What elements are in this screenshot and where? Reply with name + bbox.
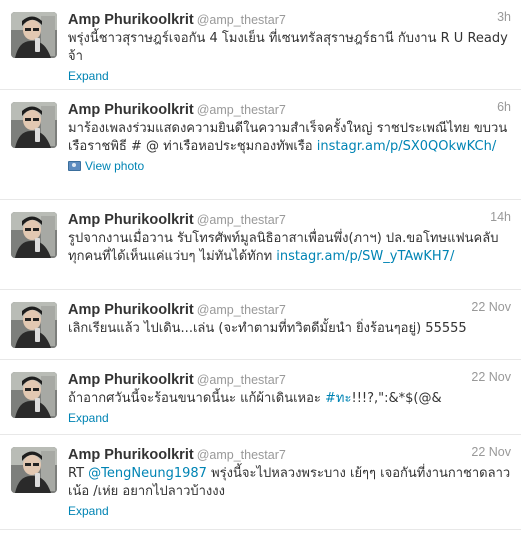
- avatar[interactable]: [11, 212, 57, 258]
- tweet-item[interactable]: Amp Phurikoolkrit @amp_thestar7 3h พรุ่งนี้…: [0, 0, 521, 90]
- avatar-image: [11, 12, 57, 58]
- avatar[interactable]: [11, 447, 57, 493]
- tweet-item[interactable]: Amp Phurikoolkrit @amp_thestar7 14h รูปจากง…: [0, 200, 521, 290]
- fullname-link[interactable]: Amp Phurikoolkrit: [68, 12, 194, 28]
- username-link[interactable]: @amp_thestar7: [197, 103, 286, 117]
- tweet-text: RT @TengNeung1987 พรุ่งนี้จะไปหลวงพระบาง…: [68, 465, 511, 501]
- avatar-image: [11, 447, 57, 493]
- expand-link[interactable]: Expand: [68, 503, 511, 519]
- timestamp-link[interactable]: 14h: [490, 210, 511, 224]
- expand-link[interactable]: Expand: [68, 68, 511, 84]
- username-link[interactable]: @amp_thestar7: [197, 373, 286, 387]
- avatar[interactable]: [11, 102, 57, 148]
- tweet-header: Amp Phurikoolkrit @amp_thestar7 6h: [68, 99, 511, 119]
- tweet-link[interactable]: instagr.am/p/SX0QOkwKCh/: [317, 139, 496, 154]
- avatar-image: [11, 372, 57, 418]
- tweet-item[interactable]: Amp Phurikoolkrit @amp_thestar7 22 Nov เลิก…: [0, 290, 521, 360]
- tweet-timeline: Amp Phurikoolkrit @amp_thestar7 3h พรุ่งนี้…: [0, 0, 521, 540]
- tweet-item[interactable]: Amp Phurikoolkrit @amp_thestar7 6h มาร้องเพ…: [0, 90, 521, 200]
- timestamp-link[interactable]: 22 Nov: [471, 300, 511, 314]
- timestamp-link[interactable]: 22 Nov: [471, 445, 511, 459]
- fullname-link[interactable]: Amp Phurikoolkrit: [68, 302, 194, 318]
- view-photo-link[interactable]: View photo: [68, 158, 511, 174]
- fullname-link[interactable]: Amp Phurikoolkrit: [68, 102, 194, 118]
- username-link[interactable]: @amp_thestar7: [197, 13, 286, 27]
- view-photo-label[interactable]: View photo: [85, 159, 144, 173]
- tweet-text-segment: ถ้าอากศวันนี้จะร้อนขนาดนี้นะ แก้ผ้าเดินเ…: [68, 391, 326, 406]
- tweet-header: Amp Phurikoolkrit @amp_thestar7 22 Nov: [68, 369, 511, 389]
- timestamp-link[interactable]: 6h: [497, 100, 511, 114]
- tweet-text: เลิกเรียนแล้ว ไปเดิน...เล่น (จะทำตามที่ท…: [68, 320, 511, 338]
- fullname-link[interactable]: Amp Phurikoolkrit: [68, 372, 194, 388]
- tweet-text-segment: พรุ่งนี้ชาวสุราษฎร์เจอกัน 4 โมงเย็น ที่เ…: [68, 31, 508, 64]
- tweet-link[interactable]: @TengNeung1987: [88, 466, 207, 481]
- timestamp-link[interactable]: 22 Nov: [471, 370, 511, 384]
- tweet-header: Amp Phurikoolkrit @amp_thestar7 22 Nov: [68, 299, 511, 319]
- avatar-image: [11, 302, 57, 348]
- tweet-text: พรุ่งนี้ชาวสุราษฎร์เจอกัน 4 โมงเย็น ที่เ…: [68, 30, 511, 66]
- tweet-text-segment: RT: [68, 466, 89, 481]
- tweet-header: Amp Phurikoolkrit @amp_thestar7 14h: [68, 209, 511, 229]
- avatar[interactable]: [11, 302, 57, 348]
- tweet-text: มาร้องเพลงร่วมแสดงความยินดีในความสำเร็จค…: [68, 120, 511, 156]
- avatar-image: [11, 102, 57, 148]
- tweet-text-segment: !!!?,":&*$(@&: [351, 391, 442, 406]
- expand-link[interactable]: Expand: [68, 410, 511, 426]
- fullname-link[interactable]: Amp Phurikoolkrit: [68, 212, 194, 228]
- username-link[interactable]: @amp_thestar7: [197, 213, 286, 227]
- photo-icon: [68, 161, 81, 171]
- tweet-text: รูปจากงานเมื่อวาน รับโทรศัพท์มูลนิธิอาสา…: [68, 230, 511, 266]
- tweet-item[interactable]: Amp Phurikoolkrit @amp_thestar7 22 Nov ถ้าอ…: [0, 360, 521, 435]
- avatar[interactable]: [11, 372, 57, 418]
- tweet-header: Amp Phurikoolkrit @amp_thestar7 3h: [68, 9, 511, 29]
- username-link[interactable]: @amp_thestar7: [197, 303, 286, 317]
- avatar-image: [11, 212, 57, 258]
- tweet-item[interactable]: Amp Phurikoolkrit @amp_thestar7 22 Nov RT @…: [0, 435, 521, 530]
- timestamp-link[interactable]: 3h: [497, 10, 511, 24]
- avatar[interactable]: [11, 12, 57, 58]
- tweet-link[interactable]: instagr.am/p/SW_yTAwKH7/: [276, 249, 454, 264]
- tweet-link[interactable]: #ทะ: [325, 391, 351, 406]
- username-link[interactable]: @amp_thestar7: [197, 448, 286, 462]
- tweet-header: Amp Phurikoolkrit @amp_thestar7 22 Nov: [68, 444, 511, 464]
- tweet-text: ถ้าอากศวันนี้จะร้อนขนาดนี้นะ แก้ผ้าเดินเ…: [68, 390, 511, 408]
- fullname-link[interactable]: Amp Phurikoolkrit: [68, 447, 194, 463]
- tweet-text-segment: เลิกเรียนแล้ว ไปเดิน...เล่น (จะทำตามที่ท…: [68, 321, 467, 336]
